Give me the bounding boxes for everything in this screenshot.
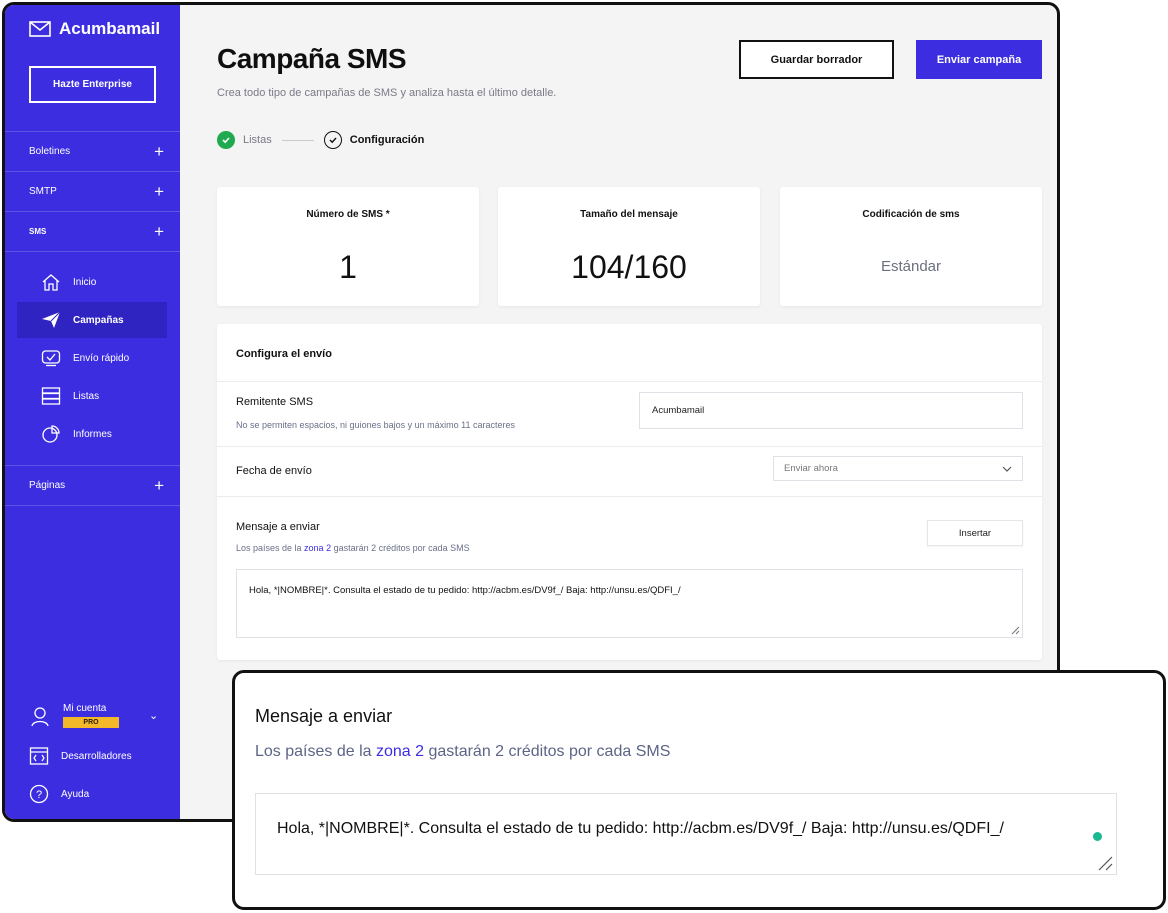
sidebar: Acumbamail Hazte Enterprise Boletines + … (5, 5, 180, 819)
resize-handle-icon[interactable] (1097, 855, 1113, 871)
brand-logo[interactable]: Acumbamail (29, 19, 160, 39)
sidebar-item-campanas[interactable]: Campañas (17, 302, 167, 338)
user-icon (31, 706, 49, 726)
developers-label: Desarrolladores (61, 750, 132, 762)
plus-icon[interactable]: + (154, 476, 164, 496)
svg-text:?: ? (36, 789, 42, 801)
stepper: Listas Configuración (217, 131, 424, 149)
stat-value: 1 (339, 249, 357, 285)
send-date-label: Fecha de envío (236, 465, 312, 477)
sidebar-item-inicio[interactable]: Inicio (17, 264, 167, 300)
stat-label: Codificación de sms (862, 209, 960, 220)
divider (217, 381, 1042, 382)
zoom-message-textarea[interactable]: Hola, *|NOMBRE|*. Consulta el estado de … (255, 793, 1117, 875)
chart-pie-icon (42, 425, 60, 443)
sidebar-section-sms[interactable]: SMS + (5, 211, 180, 251)
zoom-message-hint: Los países de la zona 2 gastarán 2 crédi… (255, 743, 671, 760)
resize-handle-icon[interactable] (1010, 625, 1020, 635)
sender-hint: No se permiten espacios, ni guiones bajo… (236, 420, 515, 430)
zone-link[interactable]: zona 2 (376, 743, 424, 760)
step-connector (281, 139, 314, 141)
save-draft-button[interactable]: Guardar borrador (739, 40, 894, 79)
send-campaign-button[interactable]: Enviar campaña (916, 40, 1042, 79)
divider (5, 251, 180, 252)
account-menu[interactable]: Mi cuenta PRO ⌄ (29, 703, 158, 728)
message-text: Hola, *|NOMBRE|*. Consulta el estado de … (249, 585, 681, 596)
home-icon (42, 274, 60, 291)
sender-input[interactable]: Acumbamail (639, 392, 1023, 429)
sidebar-item-label: Informes (73, 428, 112, 440)
cursor-dot (1093, 832, 1102, 841)
sidebar-item-listas[interactable]: Listas (17, 378, 167, 414)
step-listas[interactable]: Listas (243, 134, 272, 146)
plus-icon[interactable]: + (154, 182, 164, 202)
mail-icon (29, 21, 51, 37)
sidebar-section-smtp[interactable]: SMTP + (5, 171, 180, 211)
send-config-card: Configura el envío Remitente SMS No se p… (217, 324, 1042, 660)
insert-button[interactable]: Insertar (927, 520, 1023, 546)
code-window-icon (29, 747, 49, 765)
divider (217, 446, 1042, 447)
help-link[interactable]: ? Ayuda (29, 784, 89, 804)
plus-icon[interactable]: + (154, 142, 164, 162)
step-configuracion[interactable]: Configuración (350, 134, 425, 146)
sidebar-item-label: Campañas (73, 314, 124, 326)
sidebar-item-label: Inicio (73, 276, 97, 288)
sidebar-section-label: SMTP (29, 186, 57, 197)
help-icon: ? (29, 784, 49, 804)
stat-card-encoding: Codificación de sms Estándar (780, 187, 1042, 306)
quick-send-icon (41, 350, 61, 367)
zoom-message-text: Hola, *|NOMBRE|*. Consulta el estado de … (277, 820, 1004, 837)
chevron-down-icon (1002, 466, 1012, 472)
send-date-value: Enviar ahora (784, 463, 838, 474)
sidebar-section-boletines[interactable]: Boletines + (5, 131, 180, 171)
message-hint: Los países de la zona 2 gastarán 2 crédi… (236, 543, 470, 553)
check-circle-icon (217, 131, 235, 149)
stat-label: Tamaño del mensaje (580, 209, 678, 220)
sidebar-section-paginas[interactable]: Páginas + (5, 465, 180, 505)
stat-card-sms-count: Número de SMS * 1 (217, 187, 479, 306)
config-title: Configura el envío (236, 348, 332, 360)
sidebar-item-label: Envío rápido (73, 352, 130, 364)
stat-value: Estándar (880, 258, 942, 275)
sidebar-section-label: Páginas (29, 480, 66, 491)
send-date-select[interactable]: Enviar ahora (773, 456, 1023, 481)
stat-card-message-size: Tamaño del mensaje 104/160 (498, 187, 760, 306)
paper-plane-icon (42, 311, 61, 328)
sidebar-item-informes[interactable]: Informes (17, 416, 167, 452)
zone-link[interactable]: zona 2 (304, 543, 331, 553)
check-outline-icon (323, 131, 342, 149)
sender-label: Remitente SMS (236, 396, 314, 408)
message-textarea[interactable]: Hola, *|NOMBRE|*. Consulta el estado de … (236, 569, 1023, 638)
page-title: Campaña SMS (217, 43, 407, 74)
help-label: Ayuda (61, 788, 90, 800)
divider (217, 496, 1042, 497)
developers-link[interactable]: Desarrolladores (29, 746, 132, 766)
stat-label: Número de SMS * (306, 209, 390, 220)
chevron-down-icon[interactable]: ⌄ (149, 709, 158, 722)
message-label: Mensaje a enviar (236, 521, 320, 533)
divider (5, 505, 180, 506)
pro-badge: PRO (63, 717, 119, 728)
message-zoom-callout: Mensaje a enviar Los países de la zona 2… (232, 670, 1166, 910)
plus-icon[interactable]: + (154, 222, 164, 242)
account-label: Mi cuenta (63, 703, 107, 714)
zoom-message-label: Mensaje a enviar (255, 706, 393, 726)
page-subtitle: Crea todo tipo de campañas de SMS y anal… (217, 87, 557, 99)
enterprise-button[interactable]: Hazte Enterprise (29, 66, 156, 103)
stat-value: 104/160 (571, 249, 687, 285)
sidebar-item-label: Listas (73, 390, 100, 402)
sidebar-section-label: SMS (29, 227, 47, 236)
sidebar-item-envio-rapido[interactable]: Envío rápido (17, 340, 167, 376)
sidebar-section-label: Boletines (29, 146, 71, 157)
brand-name: Acumbamail (59, 19, 161, 38)
list-icon (41, 387, 61, 405)
